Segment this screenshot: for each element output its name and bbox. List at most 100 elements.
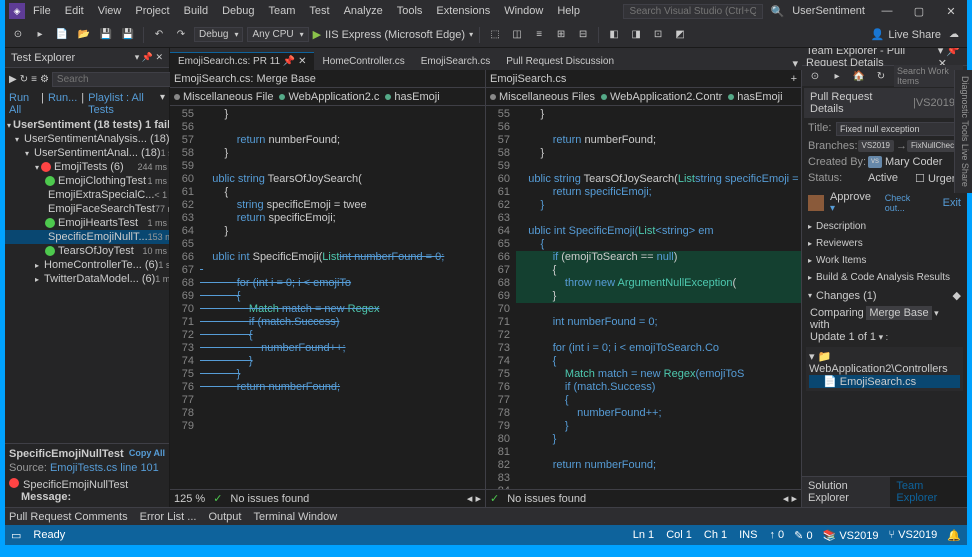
refresh-icon[interactable]: ↻ [872,67,890,85]
file-link[interactable]: EmojiSearch.cs [840,376,916,388]
editor-tab[interactable]: EmojiSearch.cs: PR 11 📌 ✕ [170,52,314,70]
test-row[interactable]: EmojiClothingTest1 ms [5,174,169,188]
menu-extensions[interactable]: Extensions [430,3,496,19]
test-link[interactable]: Playlist : All Tests [88,92,156,116]
code-right[interactable]: } return numberFound; } ublic string Tea… [516,106,801,489]
tool-icon[interactable]: ⊟ [574,26,592,44]
menu-tools[interactable]: Tools [391,3,429,19]
menu-team[interactable]: Team [263,3,302,19]
bottom-tab[interactable]: Pull Request Comments [9,511,128,523]
notification-icon[interactable]: 🔔 [947,529,961,542]
exit-link[interactable]: Exit [943,197,961,209]
test-row[interactable]: ▾EmojiTests (6)244 ms [5,160,169,174]
accordion-reviewers[interactable]: Reviewers [802,235,967,252]
open-icon[interactable]: 📂 [75,26,93,44]
quick-search-input[interactable] [623,4,763,19]
source-link[interactable]: EmojiTests.cs line 101 [50,462,159,474]
undo-icon[interactable]: ↶ [150,26,168,44]
test-row[interactable]: ▾UserSentimentAnal... (18)1 sec [5,146,169,160]
redo-icon[interactable]: ↷ [172,26,190,44]
feedback-icon[interactable]: ☁ [945,26,963,44]
tool-icon[interactable]: ◨ [627,26,645,44]
work-item-search[interactable]: Search Work Items [894,65,963,87]
avatar [808,195,824,211]
bottom-tab[interactable]: Terminal Window [253,511,337,523]
bottom-tool-tabs: Pull Request Comments Error List ... Outpu… [5,507,967,525]
code-left[interactable]: } return numberFound; } ublic string Tea… [200,106,485,489]
save-icon[interactable]: 💾 [97,26,115,44]
approve-button[interactable]: Approve ▾ [830,191,879,214]
test-row[interactable]: EmojiHeartsTest1 ms [5,216,169,230]
menu-build[interactable]: Build [178,3,214,19]
fwd-icon[interactable]: ▸ [828,67,846,85]
back-icon[interactable]: ⊙ [806,67,824,85]
editor-tab[interactable]: HomeController.cs [314,52,412,70]
close-button[interactable]: ✕ [939,5,963,18]
liveshare-button[interactable]: Live Share [888,29,941,41]
home-icon[interactable]: 🏠 [850,67,868,85]
test-row[interactable]: ▾UserSentimentAnalysis... (18)1 sec [5,132,169,146]
copy-all-link[interactable]: Copy All [129,448,165,458]
playlist-icon[interactable]: ≡ [31,70,37,88]
test-row[interactable]: ▸TwitterDataModel... (6)1 ms [5,272,169,286]
maximize-button[interactable]: ▢ [907,5,931,18]
config-combo[interactable]: Debug [194,27,243,42]
menu-analyze[interactable]: Analyze [338,3,389,19]
panel-pin-icon[interactable]: ▾ 📌 ✕ [135,52,163,63]
test-row[interactable]: EmojiExtraSpecialC...< 1 ms [5,188,169,202]
bottom-tab[interactable]: Error List ... [140,511,197,523]
tool-icon[interactable]: ⊡ [649,26,667,44]
test-explorer-panel: Test Explorer ▾ 📌 ✕ ▶ ↻ ≡ ⚙ Run All|Run.… [5,48,170,507]
menu-file[interactable]: File [27,3,57,19]
test-link[interactable]: Run All [9,92,37,116]
menu-edit[interactable]: Edit [59,3,90,19]
search-icon[interactable]: 🔍 [771,5,785,18]
tool-icon[interactable]: ◧ [605,26,623,44]
test-row[interactable]: SpecificEmojiNullT...153 ms [5,230,169,244]
accordion-work-items[interactable]: Work Items [802,252,967,269]
run-failed-icon[interactable]: ↻ [20,70,28,88]
platform-combo[interactable]: Any CPU [247,27,308,42]
tool-icon[interactable]: ◩ [671,26,689,44]
tool-icon[interactable]: ⊞ [552,26,570,44]
accordion-build---code-analysis-results[interactable]: Build & Code Analysis Results [802,269,967,286]
test-link[interactable]: Run... [48,92,77,116]
editor-tab[interactable]: Pull Request Discussion [498,52,622,70]
run-button[interactable]: ▶ IIS Express (Microsoft Edge) ▾ [313,28,473,41]
changes-accordion[interactable]: Changes (1)◆ [802,286,967,305]
solution-explorer-tab[interactable]: Solution Explorer [802,477,890,507]
tool-icon[interactable]: ◫ [508,26,526,44]
settings-icon[interactable]: ⚙ [40,70,49,88]
menu-help[interactable]: Help [551,3,586,19]
nav-back-icon[interactable]: ⊙ [9,26,27,44]
test-row[interactable]: ▸HomeControllerTe... (6)1 sec [5,258,169,272]
down-icon[interactable]: ✎ 0 [794,529,812,542]
menu-view[interactable]: View [92,3,128,19]
branch-indicator[interactable]: ⑂ VS2019 [888,529,937,542]
save-all-icon[interactable]: 💾 [119,26,137,44]
pr-title-input[interactable] [836,122,961,136]
editor-tab[interactable]: EmojiSearch.cs [413,52,498,70]
tool-icon[interactable]: ≡ [530,26,548,44]
menu-project[interactable]: Project [129,3,175,19]
menu-test[interactable]: Test [303,3,335,19]
accordion-description[interactable]: Description [802,218,967,235]
checkout-link[interactable]: Check out... [885,193,933,213]
new-icon[interactable]: 📄 [53,26,71,44]
bottom-tab[interactable]: Output [208,511,241,523]
side-tab[interactable]: Diagnostic Tools Live Share [954,70,972,193]
up-icon[interactable]: ↑ 0 [769,529,784,542]
menu-debug[interactable]: Debug [216,3,260,19]
menu-window[interactable]: Window [498,3,549,19]
nav-fwd-icon[interactable]: ▸ [31,26,49,44]
add-icon[interactable]: + [791,73,797,85]
team-explorer-tab[interactable]: Team Explorer [890,477,967,507]
tool-icon[interactable]: ⬚ [486,26,504,44]
pr-section-header[interactable]: Pull Request Details| VS2019 ▾ [804,88,965,118]
liveshare-icon[interactable]: 👤 [871,28,885,41]
repo-indicator[interactable]: 📚 VS2019 [823,529,879,542]
test-row[interactable]: TearsOfJoyTest10 ms [5,244,169,258]
test-row[interactable]: EmojiFaceSearchTest77 ms [5,202,169,216]
minimize-button[interactable]: — [875,5,899,18]
run-tests-icon[interactable]: ▶ [9,70,17,88]
